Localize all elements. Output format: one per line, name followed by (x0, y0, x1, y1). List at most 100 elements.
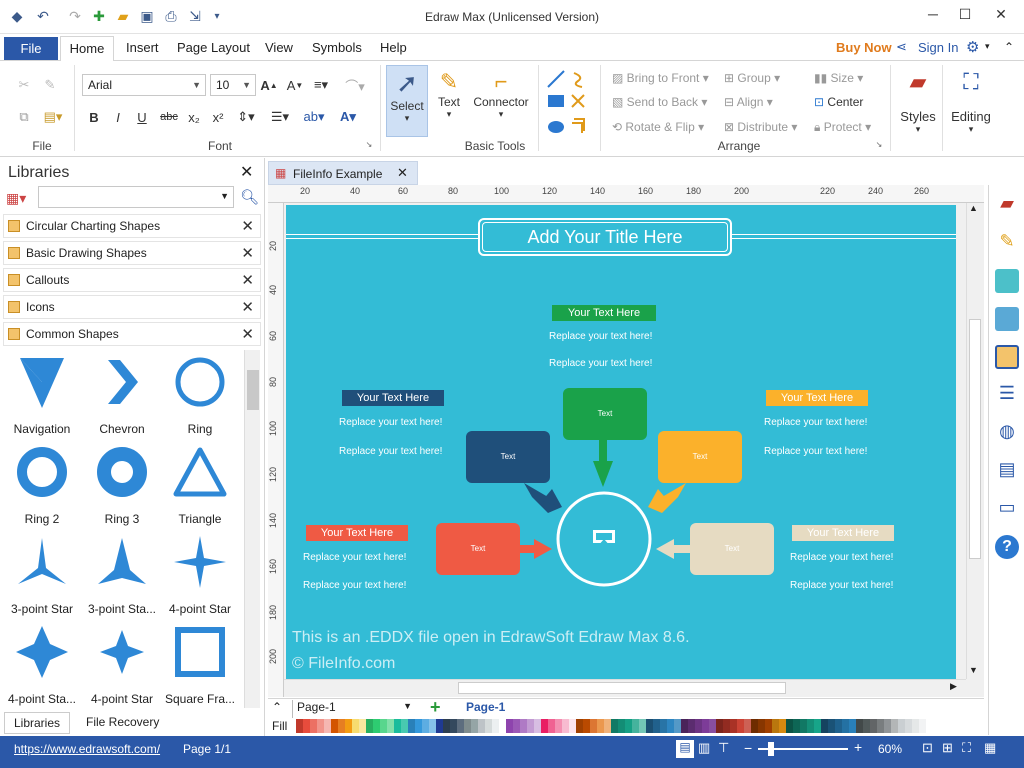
settings-dropdown-icon[interactable]: ▾ (985, 41, 990, 52)
color-swatch[interactable] (485, 719, 492, 733)
scrollbar-thumb[interactable] (969, 319, 981, 559)
text-tool-button[interactable]: ✎ Text ▾ (430, 65, 468, 137)
color-swatch[interactable] (555, 719, 562, 733)
collapse-ribbon-icon[interactable]: ⌃ (1004, 40, 1014, 54)
distribute-button[interactable]: ⊠ Distribute ▾ (724, 120, 797, 134)
color-swatch[interactable] (408, 719, 415, 733)
color-swatch[interactable] (415, 719, 422, 733)
file-recovery-tab[interactable]: File Recovery (86, 715, 159, 729)
library-search-input[interactable]: ▼ (38, 186, 234, 208)
color-swatch[interactable] (450, 719, 457, 733)
callout-navy[interactable]: Text (466, 431, 550, 483)
close-category-icon[interactable]: ✕ (241, 298, 254, 316)
library-category-callouts[interactable]: Callouts ✕ (3, 268, 261, 292)
document-tab[interactable]: ▦ FileInfo Example ✕ (268, 161, 418, 185)
color-swatch[interactable] (443, 719, 450, 733)
color-swatch[interactable] (919, 719, 926, 733)
color-swatch[interactable] (513, 719, 520, 733)
color-swatch[interactable] (618, 719, 625, 733)
color-swatch[interactable] (422, 719, 429, 733)
shrink-font-icon[interactable]: A ▼ (286, 75, 304, 95)
color-swatch[interactable] (646, 719, 653, 733)
library-category-basic-drawing[interactable]: Basic Drawing Shapes ✕ (3, 241, 261, 265)
color-swatch[interactable] (576, 719, 583, 733)
send-to-back-button[interactable]: ▧ Send to Back ▾ (612, 95, 707, 109)
paste-icon[interactable]: ▤▾ (40, 107, 66, 127)
color-swatch[interactable] (730, 719, 737, 733)
color-swatch[interactable] (597, 719, 604, 733)
tab-insert[interactable]: Insert (126, 40, 159, 55)
shape-ring[interactable]: Ring (160, 352, 240, 440)
color-swatch[interactable] (625, 719, 632, 733)
color-swatch[interactable] (709, 719, 716, 733)
connector-tool-button[interactable]: ⌐ Connector ▾ (470, 65, 532, 137)
libraries-bottom-tab[interactable]: Libraries (4, 712, 70, 734)
color-swatch[interactable] (359, 719, 366, 733)
editing-button[interactable]: ⛶ Editing ▾ (946, 67, 996, 151)
superscript-icon[interactable]: x² (210, 107, 226, 127)
color-swatch[interactable] (702, 719, 709, 733)
close-category-icon[interactable]: ✕ (241, 244, 254, 262)
color-swatch[interactable] (793, 719, 800, 733)
file-menu[interactable]: File (4, 37, 58, 60)
color-swatch[interactable] (527, 719, 534, 733)
color-swatch[interactable] (345, 719, 352, 733)
close-document-icon[interactable]: ✕ (397, 165, 408, 181)
color-swatch[interactable] (660, 719, 667, 733)
shape-3-point-star-2[interactable]: 3-point Sta... (82, 532, 162, 620)
color-swatch[interactable] (744, 719, 751, 733)
color-swatch[interactable] (478, 719, 485, 733)
color-swatch[interactable] (800, 719, 807, 733)
scrollbar-thumb[interactable] (247, 370, 259, 410)
comment-icon[interactable]: ▭ (995, 497, 1019, 521)
scroll-up-icon[interactable]: ▲ (969, 203, 978, 213)
buy-now-link[interactable]: Buy Now (836, 40, 892, 55)
shape-tools-palette[interactable] (544, 69, 594, 139)
copy-icon[interactable]: ⧉ (14, 107, 34, 127)
color-swatch[interactable] (569, 719, 576, 733)
font-dialog-launcher-icon[interactable]: ↘ (364, 139, 374, 149)
color-swatch[interactable] (317, 719, 324, 733)
color-swatch[interactable] (303, 719, 310, 733)
protect-button[interactable]: 🔒︎ Protect ▾ (814, 120, 871, 135)
color-swatches[interactable] (296, 719, 926, 733)
library-category-circular-charting[interactable]: Circular Charting Shapes ✕ (3, 214, 261, 238)
text-curve-icon[interactable]: ⌒▾ (340, 75, 370, 95)
page-dropdown[interactable]: Page-1 ▼ (292, 700, 414, 718)
styles-button[interactable]: ▰ Styles ▾ (896, 67, 940, 151)
zoom-in-icon[interactable]: + (854, 739, 862, 755)
line-spacing-icon[interactable]: ⇕▾ (232, 107, 260, 127)
scrollbar-thumb[interactable] (458, 682, 786, 694)
strikethrough-icon[interactable]: abc (158, 107, 180, 127)
website-link[interactable]: https://www.edrawsoft.com/ (14, 742, 160, 756)
line-style-icon[interactable]: ✎ (995, 231, 1019, 255)
callout-beige[interactable]: Text (690, 523, 774, 575)
color-swatch[interactable] (464, 719, 471, 733)
color-swatch[interactable] (338, 719, 345, 733)
tab-home[interactable]: Home (60, 36, 114, 62)
callout-green[interactable]: Text (563, 388, 647, 440)
color-swatch[interactable] (856, 719, 863, 733)
color-swatch[interactable] (681, 719, 688, 733)
share-icon[interactable]: ⋖ (896, 39, 907, 55)
shape-4-point-star-3[interactable]: 4-point Star (82, 622, 162, 710)
center-button[interactable]: ⊡ Center (814, 95, 863, 109)
shadow-icon[interactable] (995, 269, 1019, 293)
group-button[interactable]: ⊞ Group ▾ (724, 71, 780, 85)
zoom-out-icon[interactable]: − (744, 740, 752, 756)
canvas-vertical-scrollbar[interactable]: ▲ ▼ (966, 203, 982, 679)
color-swatch[interactable] (541, 719, 548, 733)
close-category-icon[interactable]: ✕ (241, 217, 254, 235)
color-swatch[interactable] (828, 719, 835, 733)
hyperlink-globe-icon[interactable]: ◍ (995, 421, 1019, 445)
color-swatch[interactable] (604, 719, 611, 733)
font-name-select[interactable]: Arial ▼ (82, 74, 206, 96)
color-swatch[interactable] (870, 719, 877, 733)
color-swatch[interactable] (863, 719, 870, 733)
color-swatch[interactable] (786, 719, 793, 733)
color-swatch[interactable] (898, 719, 905, 733)
scroll-down-icon[interactable]: ▼ (969, 665, 978, 675)
normal-view-icon[interactable]: ▤ (676, 740, 694, 758)
bullets-icon[interactable]: ☰▾ (266, 107, 294, 127)
bold-icon[interactable]: B (86, 107, 102, 127)
